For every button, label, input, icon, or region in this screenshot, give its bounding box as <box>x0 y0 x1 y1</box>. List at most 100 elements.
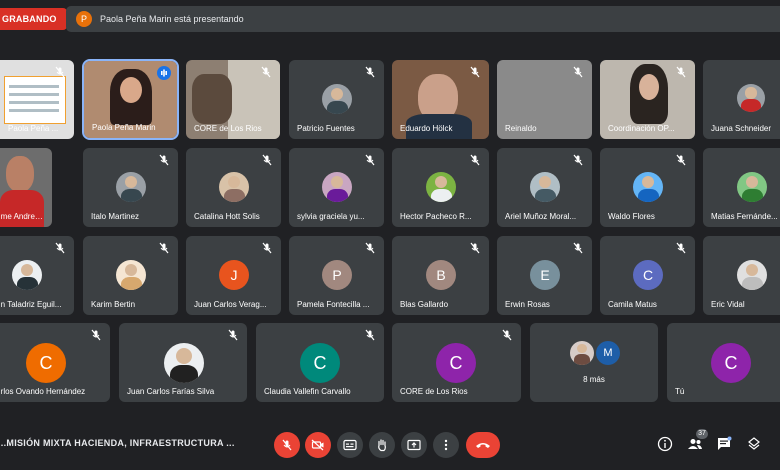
participant-avatar <box>737 172 767 202</box>
participant-avatar: E <box>530 260 560 290</box>
participant-name: ...me Andres Ja... <box>0 212 46 221</box>
mic-off-icon <box>676 242 686 254</box>
participant-tile[interactable]: C Claudia Vallefin Carvallo <box>256 323 384 402</box>
mic-off-icon <box>502 329 512 341</box>
mic-off-icon <box>676 66 686 78</box>
self-tile[interactable]: C Tú <box>667 323 780 402</box>
participant-tile[interactable]: C Camila Matus <box>600 236 695 315</box>
presenting-text: Paola Peña Marin está presentando <box>100 14 244 24</box>
presentation-thumbnail <box>4 76 66 124</box>
participant-tile[interactable]: Paola Peña Marin <box>82 59 179 140</box>
mic-toggle-button[interactable] <box>274 432 300 458</box>
participant-avatar: M <box>596 341 620 365</box>
participant-name: Pamela Fontecilla ... <box>297 300 370 309</box>
participant-tile[interactable]: P Pamela Fontecilla ... <box>289 236 384 315</box>
present-icon <box>407 439 421 451</box>
more-options-button[interactable] <box>433 432 459 458</box>
presenting-banner[interactable]: P Paola Peña Marin está presentando <box>66 6 780 32</box>
participant-avatar: C <box>300 343 340 383</box>
participant-avatar <box>737 84 765 112</box>
participant-avatar <box>12 260 42 290</box>
participant-avatar <box>737 260 767 290</box>
participant-name: CORE de Los Rios <box>400 387 468 396</box>
participant-name: Paola Peña Marin <box>92 123 156 132</box>
meeting-title: ...MISIÓN MIXTA HACIENDA, INFRAESTRUCTUR… <box>0 438 235 448</box>
mic-off-icon <box>262 154 272 166</box>
mic-off-icon <box>470 66 480 78</box>
more-options-icon <box>444 439 448 451</box>
participant-tile[interactable]: sylvia graciela yu... <box>289 148 384 227</box>
self-name: Tú <box>675 387 685 396</box>
participant-name: CORE de Los Rios <box>194 124 262 133</box>
participant-tile[interactable]: Catalina Hott Solis <box>186 148 281 227</box>
camera-toggle-button[interactable] <box>305 432 331 458</box>
participant-tile[interactable]: Hector Pacheco R... <box>392 148 489 227</box>
self-avatar: C <box>711 343 751 383</box>
mic-off-icon <box>159 154 169 166</box>
participant-name: Patricio Fuentes <box>297 124 355 133</box>
participant-name: sylvia graciela yu... <box>297 212 365 221</box>
participant-tile[interactable]: C ...rlos Ovando Hernández <box>0 323 110 402</box>
present-screen-button[interactable] <box>401 432 427 458</box>
chat-icon[interactable] <box>716 436 732 452</box>
participant-tile[interactable]: Eric Vidal <box>703 236 780 315</box>
participant-name: Juana Schneider <box>711 124 772 133</box>
participant-name: Paola Peña ... <box>8 124 59 133</box>
captions-button[interactable] <box>337 432 363 458</box>
participant-tile[interactable]: Juana Schneider <box>703 60 780 139</box>
participant-tile[interactable]: CORE de Los Rios <box>186 60 280 139</box>
participant-avatar <box>116 172 146 202</box>
participant-tile[interactable]: Patricio Fuentes <box>289 60 384 139</box>
participant-tile[interactable]: Matias Fernánde... <box>703 148 780 227</box>
leave-call-button[interactable] <box>466 432 500 458</box>
participant-avatar: C <box>436 343 476 383</box>
raise-hand-icon <box>378 439 386 452</box>
participant-tile[interactable]: Waldo Flores <box>600 148 695 227</box>
video-feed-body <box>0 190 44 227</box>
presenter-avatar: P <box>76 11 92 27</box>
video-feed-face <box>639 74 659 100</box>
participant-name: Matias Fernánde... <box>711 212 778 221</box>
more-participants-tile[interactable]: M 8 más <box>530 323 658 402</box>
participant-tile[interactable]: Paola Peña ... <box>0 60 74 139</box>
participant-avatar: C <box>633 260 663 290</box>
participant-avatar: C <box>26 343 66 383</box>
info-icon[interactable] <box>657 436 673 452</box>
participant-tile[interactable]: Juan Carlos Farías Silva <box>119 323 247 402</box>
mic-off-icon <box>365 329 375 341</box>
mic-off-icon <box>91 329 101 341</box>
camera-off-icon <box>311 439 324 451</box>
participant-avatar <box>530 172 560 202</box>
mic-off-icon <box>159 242 169 254</box>
participant-name: Italo Martinez <box>91 212 140 221</box>
participant-tile[interactable]: C CORE de Los Rios <box>392 323 521 402</box>
video-feed-person <box>6 156 34 192</box>
mic-off-icon <box>365 154 375 166</box>
participant-avatar: J <box>219 260 249 290</box>
participant-name: Ariel Muñoz Moral... <box>505 212 577 221</box>
participant-name: Reinaldo <box>505 124 537 133</box>
participant-tile[interactable]: ...n Taladriz Eguil... <box>0 236 74 315</box>
speaking-indicator-icon <box>157 66 171 80</box>
participant-tile[interactable]: Karim Bertin <box>83 236 178 315</box>
participant-tile[interactable]: Eduardo Hölck <box>392 60 489 139</box>
mic-off-icon <box>55 66 65 78</box>
participant-tile[interactable]: Coordinación OP... <box>600 60 695 139</box>
participant-tile[interactable]: E Erwin Rosas <box>497 236 592 315</box>
participant-avatar <box>116 260 146 290</box>
participant-avatar <box>322 84 352 114</box>
participant-name: Camila Matus <box>608 300 657 309</box>
mic-off-icon <box>470 242 480 254</box>
raise-hand-button[interactable] <box>369 432 395 458</box>
participant-tile[interactable]: Italo Martinez <box>83 148 178 227</box>
participant-name: ...rlos Ovando Hernández <box>0 387 86 396</box>
participant-avatar <box>219 172 249 202</box>
activities-icon[interactable] <box>746 436 762 452</box>
participant-tile[interactable]: Reinaldo <box>497 60 592 139</box>
participant-tile[interactable]: J Juan Carlos Verag... <box>186 236 281 315</box>
participant-name: Waldo Flores <box>608 212 655 221</box>
participant-tile[interactable]: Ariel Muñoz Moral... <box>497 148 592 227</box>
participant-tile[interactable]: B Blas Gallardo <box>392 236 489 315</box>
hang-up-icon <box>476 443 490 448</box>
participant-tile[interactable]: ...me Andres Ja... <box>0 148 52 227</box>
